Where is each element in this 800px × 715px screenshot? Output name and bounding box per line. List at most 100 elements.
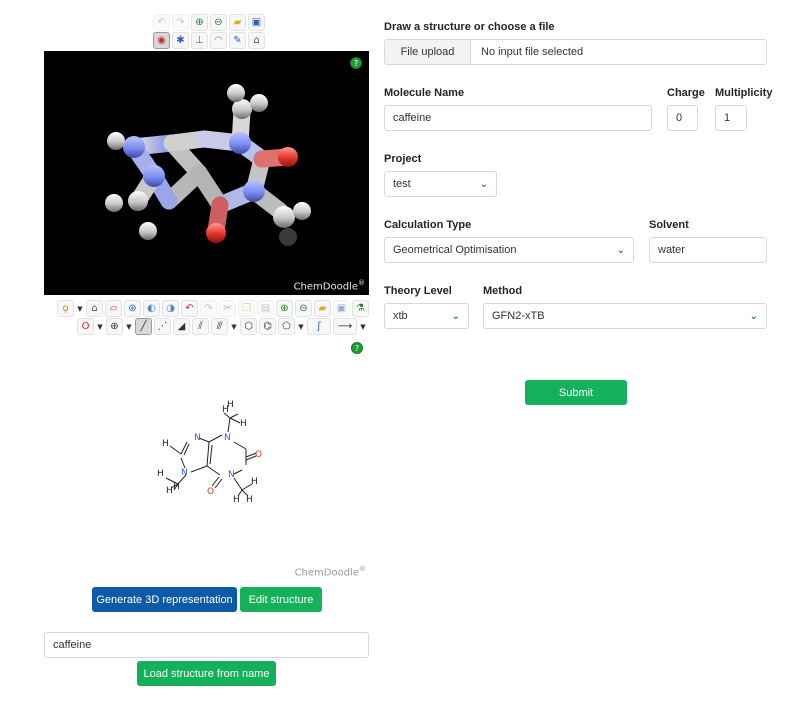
theory-level-label: Theory Level <box>384 285 452 297</box>
hexagon-ring-icon[interactable]: ⬡ <box>240 318 257 335</box>
redo-icon[interactable]: ↷ <box>200 300 217 317</box>
generate-3d-button[interactable]: Generate 3D representation <box>92 587 237 612</box>
protruding-bond-icon[interactable]: ◢ <box>173 318 190 335</box>
center-icon[interactable]: ⊛ <box>124 300 141 317</box>
svg-text:N: N <box>228 470 235 480</box>
chevron-down-icon: ⌄ <box>616 244 625 256</box>
svg-text:N: N <box>224 433 231 443</box>
measure-icon[interactable]: ⊥ <box>191 32 208 49</box>
clear-icon[interactable]: ⌂ <box>248 32 265 49</box>
flip-h-icon[interactable]: ◐ <box>143 300 160 317</box>
2d-structure-sketcher[interactable]: N N N N O O H H H H H H H H H H ChemDood… <box>44 380 369 580</box>
calculation-type-select[interactable]: Geometrical Optimisation ⌄ <box>384 237 634 263</box>
angle-icon[interactable]: ◠ <box>210 32 227 49</box>
svg-text:H: H <box>233 495 240 505</box>
solvent-label: Solvent <box>649 219 689 231</box>
charge-plus-icon[interactable]: ⊕ <box>106 318 123 335</box>
viewer-toolbar-row2: ◉ ✱ ⊥ ◠ ✎ ⌂ <box>153 32 265 49</box>
dropdown-caret-icon[interactable]: ▼ <box>76 300 84 317</box>
svg-text:H: H <box>173 482 180 492</box>
calculation-type-label: Calculation Type <box>384 219 472 231</box>
file-upload-input[interactable]: File upload No input file selected <box>384 39 767 65</box>
undo-icon[interactable]: ↶ <box>181 300 198 317</box>
dropdown-caret-icon[interactable]: ▼ <box>297 318 305 335</box>
solvent-input[interactable]: water <box>649 237 767 263</box>
file-section-label: Draw a structure or choose a file <box>384 21 555 33</box>
svg-text:H: H <box>166 486 173 496</box>
paste-icon[interactable]: ▤ <box>257 300 274 317</box>
triple-bond-icon[interactable]: ⫻ <box>211 318 228 335</box>
caffeine-3d-model <box>105 84 311 246</box>
calculate-icon[interactable]: ⚗ <box>352 300 369 317</box>
charge-input[interactable]: 0 <box>667 105 698 131</box>
edit-structure-button[interactable]: Edit structure <box>240 587 322 612</box>
theory-level-select[interactable]: xtb ⌄ <box>384 303 469 329</box>
chain-icon[interactable]: ʃ <box>307 318 331 335</box>
svg-text:O: O <box>207 487 214 497</box>
sketcher-toolbar-row1: ϙ ▼ ⌂ ▱ ⊛ ◐ ◑ ↶ ↷ ✂ ❐ ▤ ⊕ ⊖ ▰ ▣ ⚗ <box>57 300 369 317</box>
charge-label: Charge <box>667 87 705 99</box>
redo-icon[interactable]: ↷ <box>172 14 189 31</box>
svg-text:H: H <box>251 477 258 487</box>
open-folder-icon[interactable]: ▰ <box>229 14 246 31</box>
svg-text:H: H <box>227 400 234 410</box>
caffeine-2d-structure: N N N N O O H H H H H H H H H H <box>157 400 262 505</box>
project-label: Project <box>384 153 422 165</box>
svg-text:N: N <box>181 468 188 478</box>
eraser-icon[interactable]: ▱ <box>105 300 122 317</box>
copy-icon[interactable]: ❐ <box>238 300 255 317</box>
multiplicity-input[interactable]: 1 <box>715 105 747 131</box>
method-select[interactable]: GFN2-xTB ⌄ <box>483 303 767 329</box>
cut-icon[interactable]: ✂ <box>219 300 236 317</box>
zoom-out-icon[interactable]: ⊖ <box>210 14 227 31</box>
svg-text:O: O <box>255 450 262 460</box>
undo-icon[interactable]: ↶ <box>153 14 170 31</box>
double-bond-icon[interactable]: ⫽ <box>192 318 209 335</box>
file-status-text: No input file selected <box>481 46 584 58</box>
zoom-out-icon[interactable]: ⊖ <box>295 300 312 317</box>
torsion-icon[interactable]: ✎ <box>229 32 246 49</box>
rotate-icon[interactable]: ◉ <box>153 32 170 49</box>
save-icon[interactable]: ▣ <box>248 14 265 31</box>
chevron-down-icon: ⌄ <box>749 310 758 322</box>
svg-text:H: H <box>246 495 253 505</box>
submit-button[interactable]: Submit <box>525 380 627 405</box>
benzene-ring-icon[interactable]: ⌬ <box>259 318 276 335</box>
svg-text:H: H <box>240 419 247 429</box>
pentagon-ring-icon[interactable]: ⬠ <box>278 318 295 335</box>
dropdown-caret-icon[interactable]: ▼ <box>96 318 104 335</box>
clear-icon[interactable]: ⌂ <box>86 300 103 317</box>
dropdown-caret-icon[interactable]: ▼ <box>230 318 238 335</box>
load-structure-from-name-button[interactable]: Load structure from name <box>137 661 276 686</box>
chemdoodle-watermark: ChemDoodle® <box>293 278 365 292</box>
file-upload-button[interactable]: File upload <box>385 40 471 64</box>
arrow-icon[interactable]: ⟶ <box>333 318 357 335</box>
recessed-bond-icon[interactable]: ⋰ <box>154 318 171 335</box>
sketcher-help-icon[interactable]: ? <box>351 342 363 354</box>
method-label: Method <box>483 285 523 297</box>
viewer-toolbar-row1: ↶ ↷ ⊕ ⊖ ▰ ▣ <box>153 14 265 31</box>
open-folder-icon[interactable]: ▰ <box>314 300 331 317</box>
flip-v-icon[interactable]: ◑ <box>162 300 179 317</box>
project-select[interactable]: test ⌄ <box>384 171 497 197</box>
chevron-down-icon: ⌄ <box>451 310 460 322</box>
multiplicity-label: Multiplicity <box>715 87 773 99</box>
zoom-in-icon[interactable]: ⊕ <box>191 14 208 31</box>
single-bond-icon[interactable]: ╱ <box>135 318 152 335</box>
save-icon[interactable]: ▣ <box>333 300 350 317</box>
molecule-name-search-input[interactable]: caffeine <box>44 632 369 658</box>
element-oxygen-icon[interactable]: O <box>77 318 94 335</box>
sketcher-toolbar-row2: O ▼ ⊕ ▼ ╱ ⋰ ◢ ⫽ ⫻ ▼ ⬡ ⌬ ⬠ ▼ ʃ ⟶ ▼ <box>77 318 367 335</box>
dropdown-caret-icon[interactable]: ▼ <box>125 318 133 335</box>
dropdown-caret-icon[interactable]: ▼ <box>359 318 367 335</box>
molecule-name-input[interactable]: caffeine <box>384 105 652 131</box>
viewer-help-icon[interactable]: ? <box>350 57 362 69</box>
zoom-in-icon[interactable]: ⊕ <box>276 300 293 317</box>
settings-icon[interactable]: ✱ <box>172 32 189 49</box>
chemdoodle-watermark: ChemDoodle® <box>294 564 366 578</box>
svg-text:H: H <box>162 439 169 449</box>
3d-molecule-viewer[interactable]: ChemDoodle® ? <box>44 51 369 295</box>
chevron-down-icon: ⌄ <box>479 178 488 190</box>
lasso-icon[interactable]: ϙ <box>57 300 74 317</box>
svg-text:N: N <box>194 433 201 443</box>
